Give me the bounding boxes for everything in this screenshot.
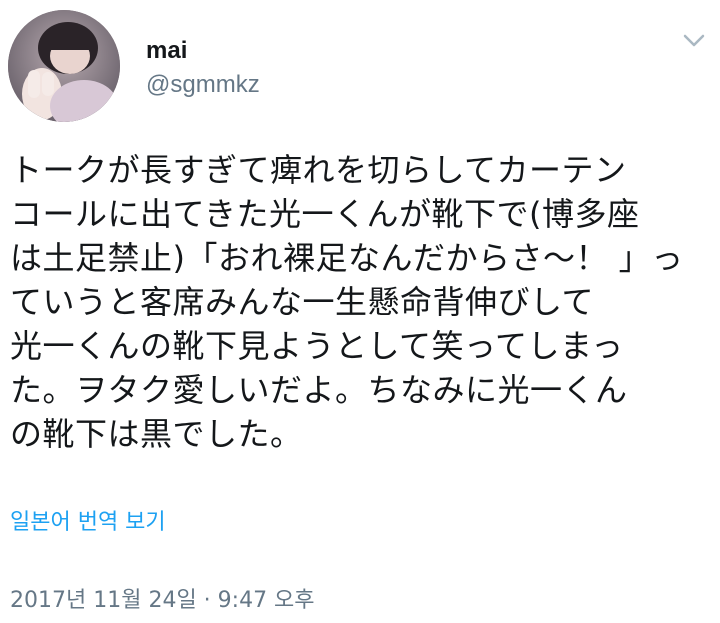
avatar[interactable] <box>8 10 120 122</box>
avatar-photo <box>8 10 120 122</box>
tweet-text-line: の靴下は黒でした。 <box>10 415 303 453</box>
tweet-text-line: コールに出てきた光一くんが靴下で(博多座 <box>10 195 640 233</box>
user-handle[interactable]: @sgmmkz <box>146 70 260 100</box>
tweet-text-line: た。ヲタク愛しいだよ。ちなみに光一くん <box>10 371 628 409</box>
tweet-text-line: 光一くんの靴下見ようとして笑ってしまっ <box>10 327 624 365</box>
tweet-timestamp[interactable]: 2017년 11월 24일 · 9:47 오후 <box>10 586 315 616</box>
tweet-text: トークが長すぎて痺れを切らしてカーテン コールに出てきた光一くんが靴下で(博多座… <box>10 148 710 456</box>
translate-tweet-link[interactable]: 일본어 번역 보기 <box>10 508 166 538</box>
tweet-text-line: トークが長すぎて痺れを切らしてカーテン <box>10 151 627 189</box>
tweet-text-line: は土足禁止)「おれ裸足なんだからさ〜！ 」っ <box>10 239 684 277</box>
tweet-text-line: ていうと客席みんな一生懸命背伸びして <box>10 283 595 321</box>
tweet-card: mai @sgmmkz トークが長すぎて痺れを切らしてカーテン コールに出てきた… <box>0 0 720 623</box>
display-name[interactable]: mai <box>146 36 187 66</box>
chevron-down-icon[interactable] <box>682 32 706 50</box>
